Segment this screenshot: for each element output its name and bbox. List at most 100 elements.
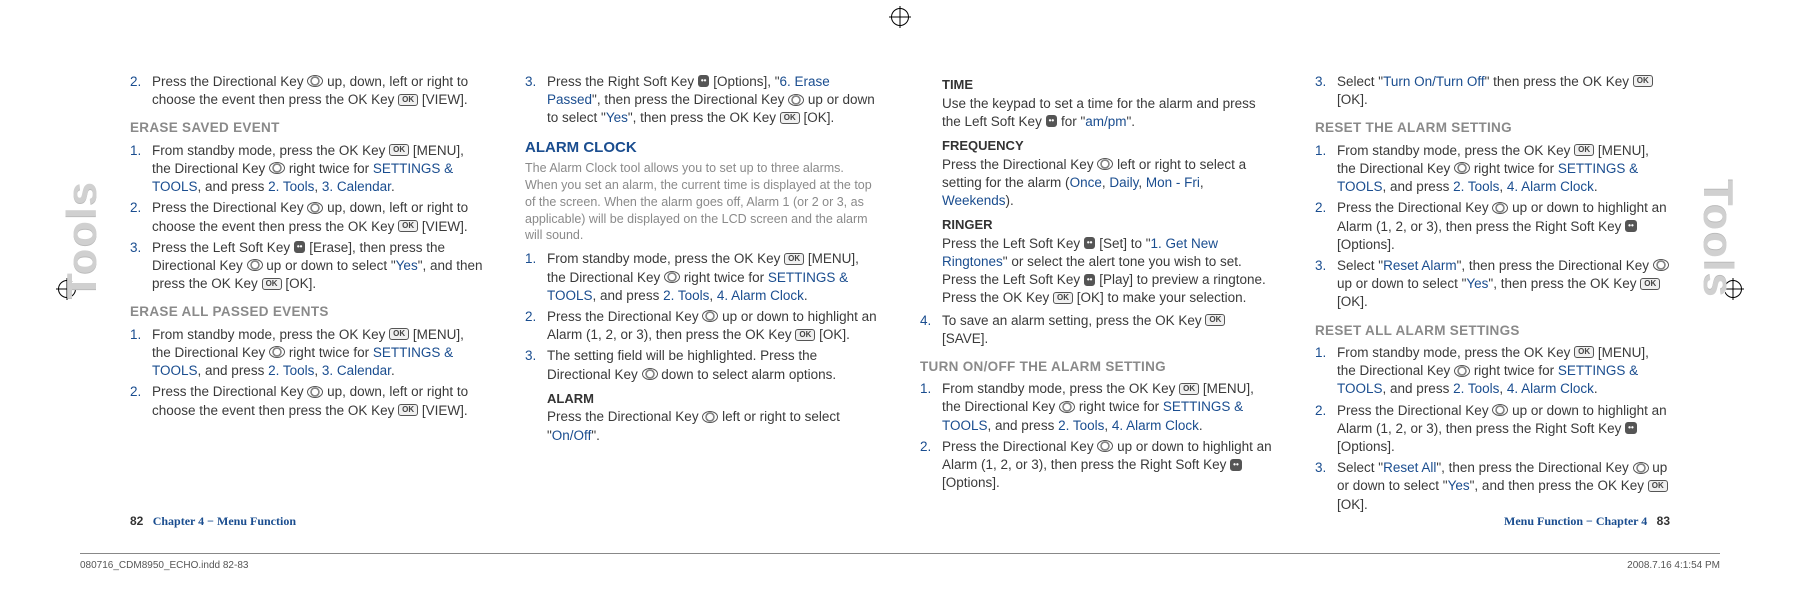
soft-key-icon: •• [1084, 237, 1096, 249]
directional-key-icon [1454, 162, 1470, 174]
step-text: From standby mode, press the OK Key OK [… [942, 380, 1275, 435]
step-item: 1.From standby mode, press the OK Key OK… [1315, 344, 1670, 399]
directional-key-icon [1492, 404, 1508, 416]
step-text: Press the Directional Key up or down to … [1337, 199, 1670, 254]
soft-key-icon: •• [1230, 459, 1242, 471]
step-number: 2. [920, 438, 934, 493]
column-2: 3.Press the Right Soft Key •• [Options],… [525, 70, 880, 517]
step-text: Select "Reset All", then press the Direc… [1337, 459, 1670, 514]
inline-blue-text: Yes [1448, 478, 1470, 493]
ok-key-icon: OK [389, 144, 409, 156]
step-number: 2. [130, 199, 144, 235]
inline-blue-text: 2. Tools [268, 363, 314, 378]
chapter-title-left: Chapter 4 − Menu Function [153, 514, 296, 528]
page-number-left: 82 [130, 514, 143, 528]
step-number: 3. [525, 73, 539, 128]
inline-blue-text: 2. Tools [663, 288, 709, 303]
step-number: 3. [130, 239, 144, 294]
inline-blue-text: Mon - Fri [1146, 175, 1200, 190]
inline-blue-text: Weekends [942, 193, 1006, 208]
step-number: 2. [1315, 199, 1329, 254]
step-item: 1.From standby mode, press the OK Key OK… [920, 380, 1275, 435]
directional-key-icon [269, 162, 285, 174]
subheading: ERASE SAVED EVENT [130, 119, 485, 137]
soft-key-icon: •• [1625, 422, 1637, 434]
step-text: From standby mode, press the OK Key OK [… [152, 142, 485, 197]
step-number: 2. [130, 73, 144, 109]
directional-key-icon [702, 411, 718, 423]
inline-blue-text: 4. Alarm Clock [717, 288, 804, 303]
ok-key-icon: OK [398, 404, 418, 416]
step-item: 2. Press the Directional Key up, down, l… [130, 73, 485, 109]
step-item: 3.Press the Left Soft Key •• [Erase], th… [130, 239, 485, 294]
ok-key-icon: OK [1633, 75, 1653, 87]
inline-blue-text: 6. Erase Passed [547, 74, 830, 107]
ok-key-icon: OK [262, 278, 282, 290]
step-number: 1. [1315, 344, 1329, 399]
step-item: 3.Press the Right Soft Key •• [Options],… [525, 73, 880, 128]
soft-key-icon: •• [294, 241, 306, 253]
inline-blue-text: 2. Tools [268, 179, 314, 194]
page-columns: 2. Press the Directional Key up, down, l… [0, 0, 1800, 517]
step-number: 3. [1315, 73, 1329, 109]
print-timestamp: 2008.7.16 4:1:54 PM [1627, 560, 1720, 571]
ok-key-icon: OK [1179, 383, 1199, 395]
directional-key-icon [1653, 259, 1669, 271]
step-text: To save an alarm setting, press the OK K… [942, 312, 1275, 348]
step-number: 3. [1315, 257, 1329, 312]
inline-blue-text: 4. Alarm Clock [1507, 381, 1594, 396]
step-text: Press the Directional Key up, down, left… [152, 73, 485, 109]
inline-blue-text: 2. Tools [1453, 381, 1499, 396]
step-text: From standby mode, press the OK Key OK [… [1337, 344, 1670, 399]
inline-blue-text: Yes [396, 258, 418, 273]
inline-blue-text: Reset Alarm [1383, 258, 1457, 273]
directional-key-icon [307, 202, 323, 214]
step-text: Press the Right Soft Key •• [Options], "… [547, 73, 880, 128]
step-number: 4. [920, 312, 934, 348]
inline-blue-text: Reset All [1383, 460, 1436, 475]
subheading: TURN ON/OFF THE ALARM SETTING [920, 358, 1275, 376]
inline-blue-text: 2. Tools [1058, 418, 1104, 433]
field-text: Press the Directional Key left or right … [942, 156, 1275, 211]
step-item: 1.From standby mode, press the OK Key OK… [1315, 142, 1670, 197]
step-number: 2. [1315, 402, 1329, 457]
inline-blue-text: Yes [606, 110, 628, 125]
step-item: 2.Press the Directional Key up or down t… [920, 438, 1275, 493]
step-item: 2.Press the Directional Key up or down t… [1315, 199, 1670, 254]
field-label: FREQUENCY [942, 137, 1275, 155]
step-text: Select "Turn On/Turn Off" then press the… [1337, 73, 1670, 109]
field-text: Press the Directional Key left or right … [547, 408, 880, 444]
step-number: 3. [525, 347, 539, 383]
step-text: The setting field will be highlighted. P… [547, 347, 880, 383]
column-4: 3.Select "Turn On/Turn Off" then press t… [1315, 70, 1670, 517]
subheading: RESET THE ALARM SETTING [1315, 119, 1670, 137]
step-text: Press the Directional Key up or down to … [547, 308, 880, 344]
step-number: 1. [1315, 142, 1329, 197]
side-tab-left: Tools [58, 180, 106, 299]
field-label: ALARM [547, 390, 880, 408]
step-item: 4.To save an alarm setting, press the OK… [920, 312, 1275, 348]
directional-key-icon [788, 94, 804, 106]
inline-blue-text: 3. Calendar [322, 363, 391, 378]
step-item: 1.From standby mode, press the OK Key OK… [525, 250, 880, 305]
directional-key-icon [642, 368, 658, 380]
step-text: From standby mode, press the OK Key OK [… [547, 250, 880, 305]
step-item: 1.From standby mode, press the OK Key OK… [130, 326, 485, 381]
ok-key-icon: OK [1053, 292, 1073, 304]
directional-key-icon [664, 271, 680, 283]
ok-key-icon: OK [398, 220, 418, 232]
inline-blue-text: Yes [1466, 276, 1488, 291]
page-number-right: 83 [1657, 514, 1670, 528]
step-text: Press the Directional Key up or down to … [1337, 402, 1670, 457]
directional-key-icon [1097, 158, 1113, 170]
inline-blue-text: 4. Alarm Clock [1112, 418, 1199, 433]
step-number: 3. [1315, 459, 1329, 514]
directional-key-icon [1097, 440, 1113, 452]
soft-key-icon: •• [1625, 220, 1637, 232]
directional-key-icon [1633, 462, 1649, 474]
inline-blue-text: Daily [1109, 175, 1138, 190]
directional-key-icon [1059, 401, 1075, 413]
directional-key-icon [307, 386, 323, 398]
ok-key-icon: OK [398, 94, 418, 106]
soft-key-icon: •• [698, 75, 710, 87]
